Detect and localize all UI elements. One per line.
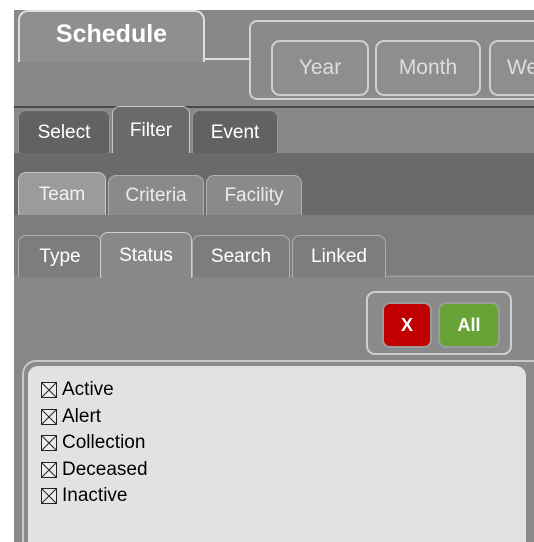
tab-criteria[interactable]: Criteria — [108, 175, 204, 215]
selection-actions: X All — [366, 291, 512, 355]
tab-baseline — [386, 276, 534, 277]
tab-connector — [205, 58, 251, 60]
status-label: Active — [62, 379, 114, 400]
tab-linked[interactable]: Linked — [292, 235, 386, 277]
tab-status[interactable]: Status — [100, 232, 192, 278]
status-item-deceased[interactable]: Deceased — [41, 458, 148, 482]
year-button[interactable]: Year — [271, 40, 369, 96]
status-item-alert[interactable]: Alert — [41, 405, 101, 429]
status-label: Alert — [62, 406, 102, 427]
tab-select[interactable]: Select — [18, 110, 110, 154]
month-button[interactable]: Month — [375, 40, 481, 96]
tab-team[interactable]: Team — [18, 172, 106, 216]
tab-search[interactable]: Search — [192, 235, 290, 277]
checkbox-icon[interactable] — [41, 462, 57, 478]
tab-event[interactable]: Event — [192, 110, 278, 154]
status-item-inactive[interactable]: Inactive — [41, 484, 127, 508]
status-label: Inactive — [62, 485, 128, 506]
status-item-active[interactable]: Active — [41, 378, 114, 402]
tab-filter[interactable]: Filter — [112, 106, 190, 154]
schedule-app: Schedule Year Month Wee Select Filter Ev… — [14, 10, 534, 542]
schedule-tab[interactable]: Schedule — [18, 10, 205, 62]
week-button[interactable]: Wee — [489, 40, 534, 96]
schedule-title: Schedule — [55, 20, 168, 48]
checkbox-icon[interactable] — [41, 435, 57, 451]
select-all-button[interactable]: All — [438, 302, 500, 348]
checkbox-icon[interactable] — [41, 382, 57, 398]
tab-facility[interactable]: Facility — [206, 175, 302, 215]
status-label: Collection — [62, 432, 146, 453]
status-item-collection[interactable]: Collection — [41, 431, 145, 455]
status-label: Deceased — [62, 459, 148, 480]
top-separator — [14, 106, 534, 108]
tab-type[interactable]: Type — [18, 235, 102, 277]
checkbox-icon[interactable] — [41, 409, 57, 425]
period-selector: Year Month Wee — [249, 20, 534, 100]
checkbox-icon[interactable] — [41, 488, 57, 504]
clear-all-button[interactable]: X — [382, 302, 432, 348]
